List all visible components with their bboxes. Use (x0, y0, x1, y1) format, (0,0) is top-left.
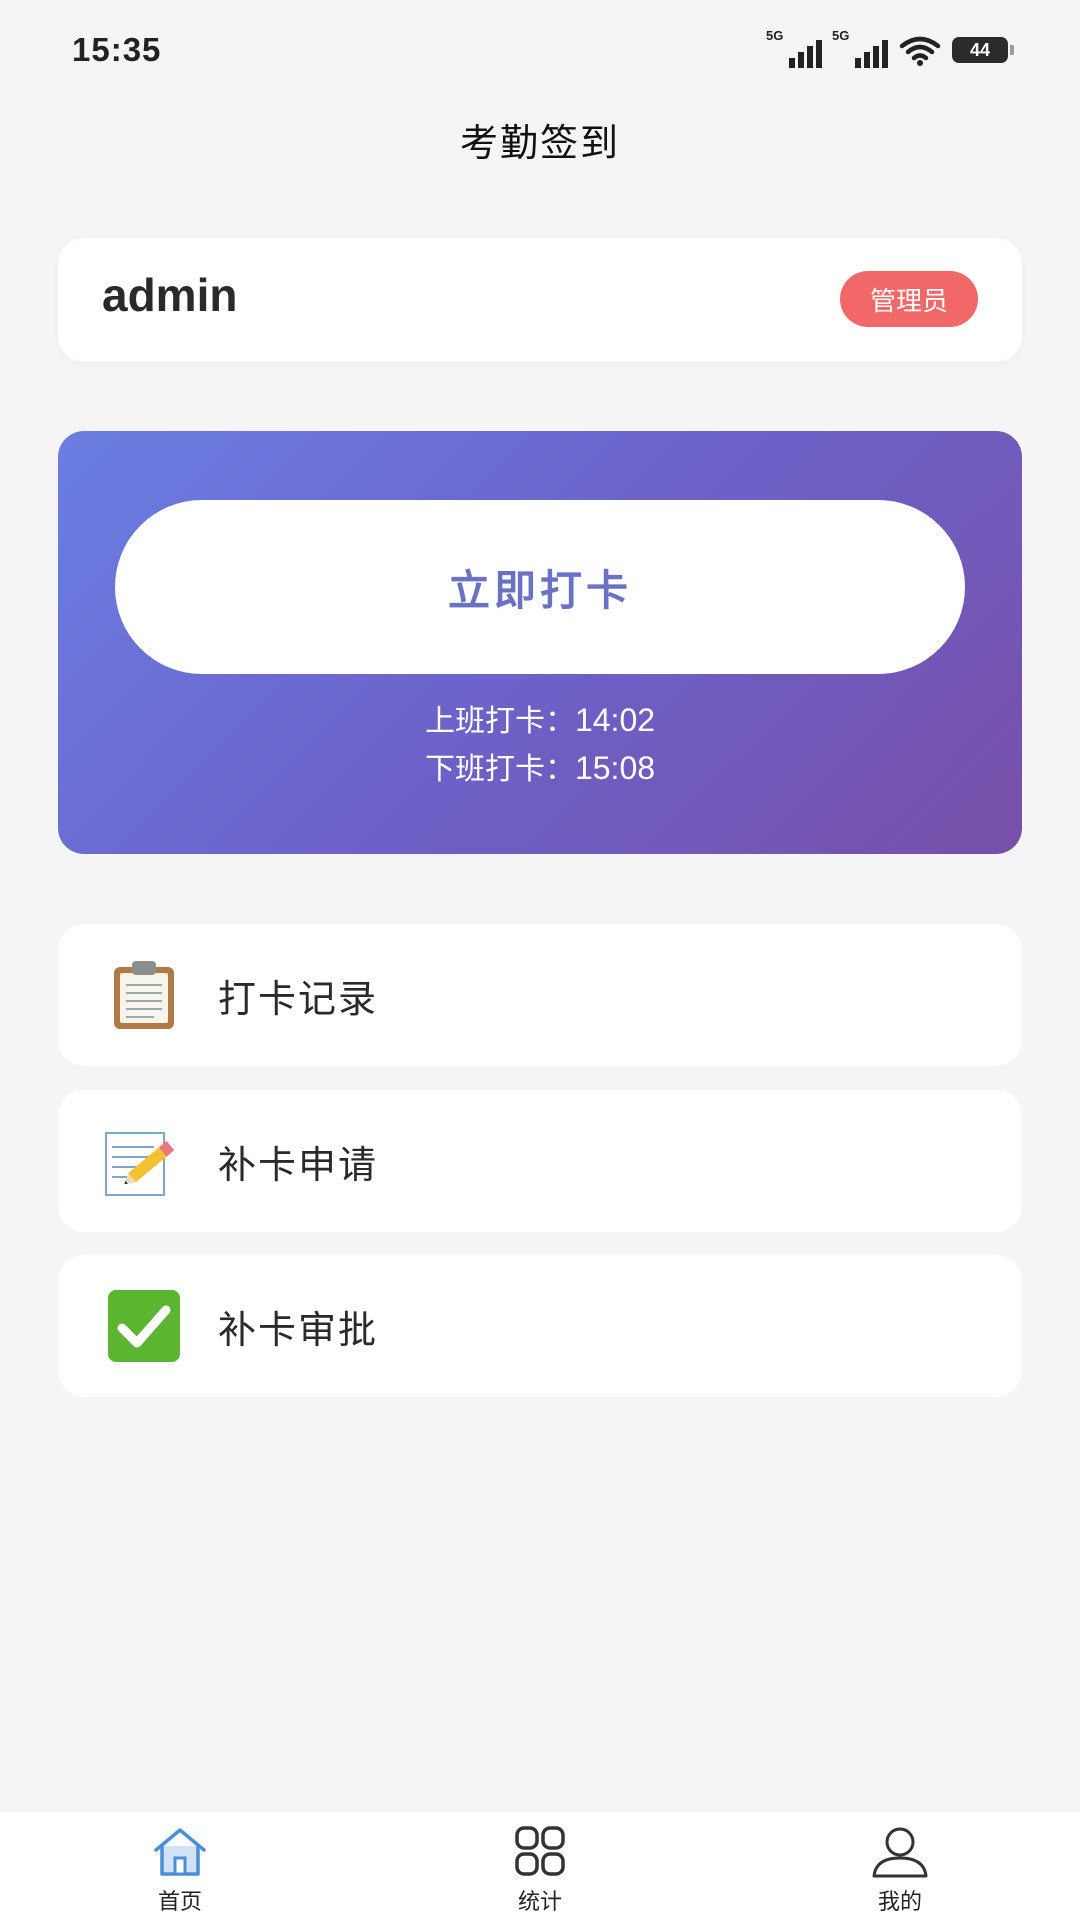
checkin-time: 14:02 (574, 702, 656, 738)
status-icons: 5G 5G 44 (766, 28, 1014, 68)
user-name: admin (102, 269, 238, 321)
menu-item-punch-records[interactable]: 打卡记录 (58, 924, 1022, 1066)
checkin-record: 上班打卡：14:02 (58, 696, 1022, 740)
status-time: 15:35 (72, 31, 162, 68)
menu-item-label: 打卡记录 (218, 976, 379, 1021)
screen: 15:35 5G 5G 44 考勤签到 admin 管理员 立即打卡 上班打卡：… (0, 0, 1080, 1920)
menu-item-label: 补卡申请 (218, 1142, 379, 1187)
page-title: 考勤签到 (459, 121, 620, 165)
tab-me[interactable]: 我的 (780, 1812, 1020, 1920)
user-card: admin 管理员 (58, 238, 1022, 362)
checkout-label: 下班打卡： (424, 752, 575, 787)
battery-icon: 44 (952, 37, 1014, 63)
signal-icon: 5G (766, 28, 822, 68)
tab-label: 统计 (517, 1890, 562, 1915)
check-mark-icon (102, 1284, 186, 1368)
signal-gen-label: 5G (832, 28, 850, 43)
user-icon (872, 1827, 928, 1878)
wifi-icon (899, 36, 941, 66)
checkout-record: 下班打卡：15:08 (58, 744, 1022, 788)
checkout-time: 15:08 (574, 750, 656, 786)
menu-item-makeup-request[interactable]: 补卡申请 (58, 1090, 1022, 1232)
tab-bar: 首页 统计 我的 (0, 1812, 1080, 1920)
tab-stats[interactable]: 统计 (420, 1812, 660, 1920)
checkin-label: 上班打卡： (424, 704, 575, 739)
tab-label: 我的 (877, 1890, 922, 1915)
menu-item-makeup-approval[interactable]: 补卡审批 (58, 1255, 1022, 1397)
battery-level: 44 (969, 39, 991, 60)
signal-icon: 5G (832, 28, 888, 68)
punch-panel: 立即打卡 上班打卡：14:02 下班打卡：15:08 (58, 431, 1022, 854)
status-bar: 15:35 5G 5G 44 (0, 0, 1080, 100)
punch-button[interactable]: 立即打卡 (115, 500, 965, 674)
role-badge: 管理员 (839, 271, 978, 327)
signal-gen-label: 5G (766, 28, 784, 43)
tab-home[interactable]: 首页 (60, 1812, 300, 1920)
home-icon (154, 1828, 206, 1876)
grid-icon (515, 1826, 565, 1876)
menu-item-label: 补卡审批 (218, 1307, 379, 1352)
clipboard-icon (102, 953, 186, 1037)
tab-label: 首页 (157, 1890, 202, 1915)
memo-pencil-icon (102, 1119, 186, 1203)
